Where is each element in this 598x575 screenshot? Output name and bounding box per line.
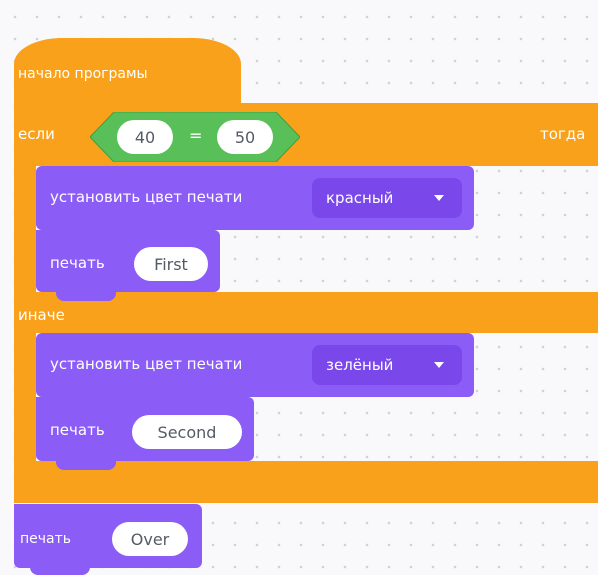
equals-operator: = [189, 126, 203, 145]
print-label-1: печать [50, 254, 105, 272]
start-program-block[interactable]: начало програмы [14, 38, 241, 104]
print-block-1[interactable]: печать First [36, 230, 220, 292]
if-label: если [18, 125, 55, 143]
set-print-color-block-1[interactable]: установить цвет печати красный [36, 166, 474, 230]
color-dropdown-2[interactable]: зелёный [312, 345, 462, 385]
set-print-color-label-1: установить цвет печати [50, 188, 243, 206]
print-block-3-connector [30, 567, 90, 575]
print-label-2: печать [50, 421, 105, 439]
chevron-down-icon [434, 362, 444, 368]
equals-condition-block[interactable]: 40 = 50 [90, 112, 300, 162]
print-block-3[interactable]: печать Over [14, 504, 202, 568]
print-label-3: печать [20, 531, 72, 547]
condition-left-input[interactable]: 40 [117, 120, 173, 154]
set-print-color-label-2: установить цвет печати [50, 355, 243, 373]
print-block-1-connector [56, 291, 116, 301]
then-label: тогда [540, 125, 586, 143]
chevron-down-icon [434, 195, 444, 201]
color-dropdown-value-2: зелёный [326, 356, 394, 374]
color-dropdown-1[interactable]: красный [312, 178, 462, 218]
set-print-color-block-2[interactable]: установить цвет печати зелёный [36, 333, 474, 397]
print-input-3[interactable]: Over [112, 522, 188, 556]
print-input-1[interactable]: First [134, 247, 208, 281]
print-block-2-connector [56, 460, 116, 470]
condition-right-input[interactable]: 50 [217, 120, 273, 154]
print-input-2[interactable]: Second [132, 415, 242, 449]
print-block-2[interactable]: печать Second [36, 397, 254, 461]
color-dropdown-value-1: красный [326, 189, 394, 207]
else-label: иначе [18, 306, 65, 324]
start-program-label: начало програмы [18, 66, 148, 82]
